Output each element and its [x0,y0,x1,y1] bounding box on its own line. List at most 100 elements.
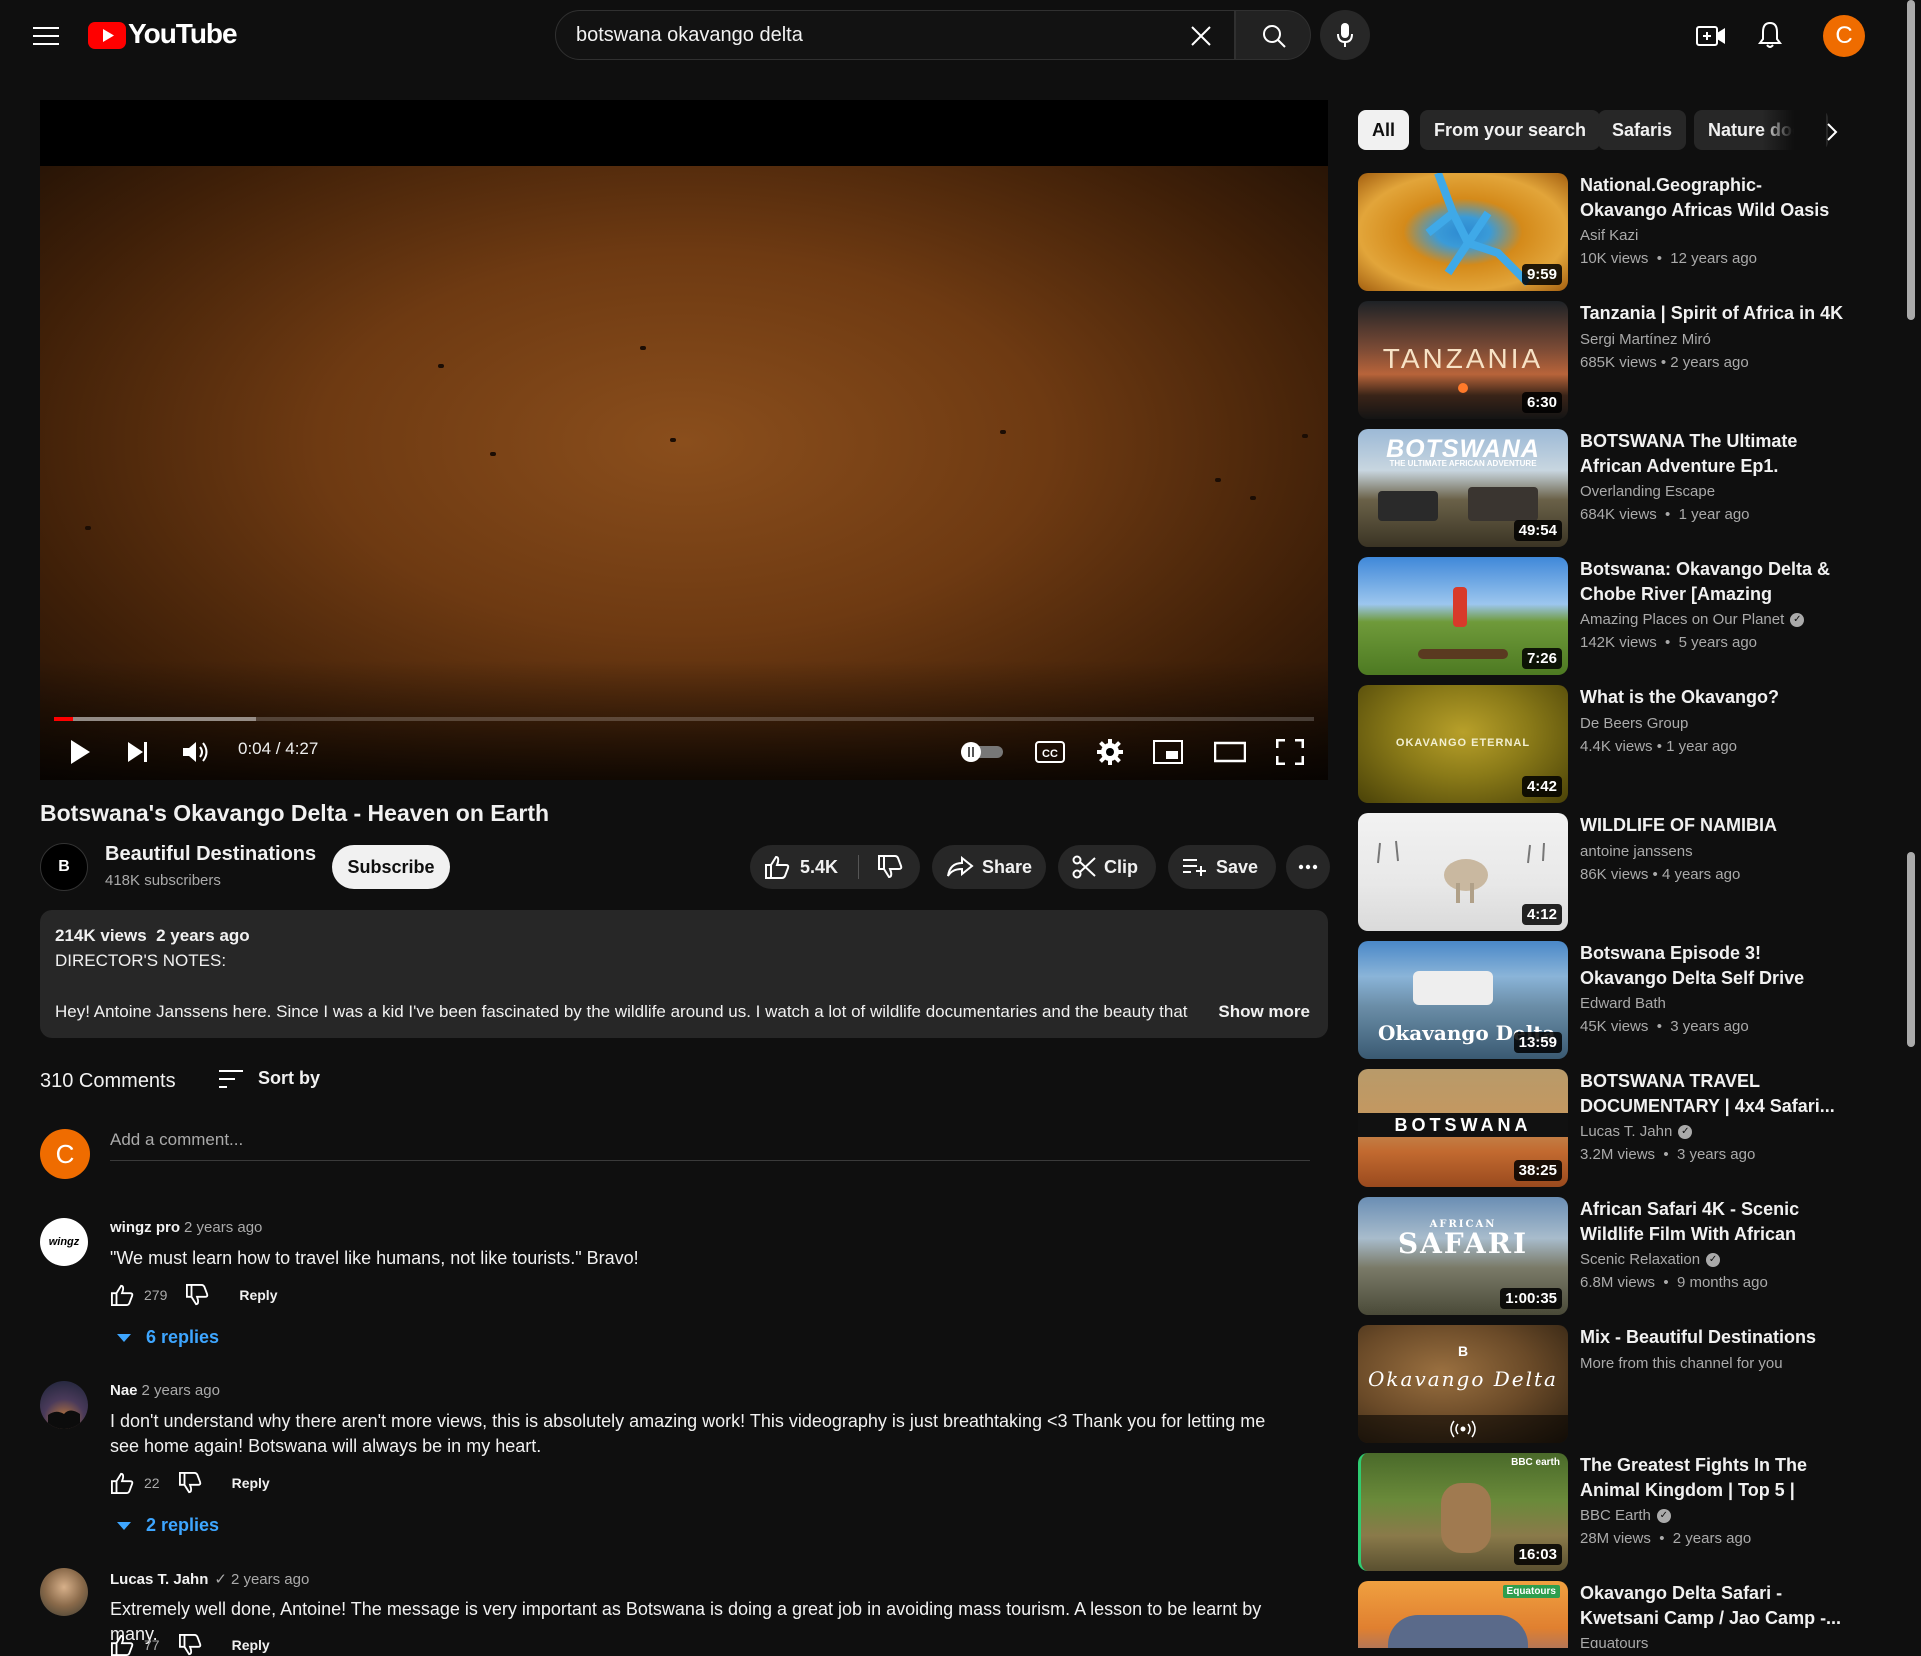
comment-time[interactable]: 2 years ago [142,1382,220,1399]
recommendation-item[interactable]: OKAVANGO ETERNAL 4:42 What is the Okavan… [1358,685,1878,803]
recommendation-item[interactable]: AFRICAN SAFARI 1:00:35 African Safari 4K… [1358,1197,1878,1315]
description-box[interactable]: 214K views 2 years ago DIRECTOR'S NOTES:… [40,910,1328,1038]
sort-by-button[interactable]: Sort by [218,1068,320,1089]
rec-title[interactable]: Mix - Beautiful Destinations [1580,1325,1848,1350]
rec-channel-name[interactable]: Equatours [1580,1635,1648,1648]
subtitles-icon[interactable]: CC [1030,735,1070,769]
rec-channel-name[interactable]: De Beers Group [1580,715,1688,732]
recommendation-item[interactable]: 9:59 National.Geographic-Okavango Africa… [1358,173,1878,291]
recommendation-item[interactable]: 7:26 Botswana: Okavango Delta & Chobe Ri… [1358,557,1878,675]
rec-channel[interactable]: More from this channel for you [1580,1355,1783,1372]
rec-title[interactable]: BOTSWANA TRAVEL DOCUMENTARY | 4x4 Safari… [1580,1069,1848,1119]
video-thumbnail[interactable]: TANZANIA 6:30 [1358,301,1568,419]
rec-title[interactable]: African Safari 4K - Scenic Wildlife Film… [1580,1197,1848,1247]
rec-channel[interactable]: Scenic Relaxation ✓ [1580,1251,1721,1268]
fullscreen-icon[interactable] [1268,735,1312,769]
rec-channel[interactable]: Sergi Martínez Miró [1580,331,1711,348]
thumbs-up-icon[interactable] [110,1634,134,1656]
reply-button[interactable]: Reply [232,1637,270,1653]
rec-title[interactable]: The Greatest Fights In The Animal Kingdo… [1580,1453,1848,1503]
video-thumbnail[interactable]: Equatours [1358,1581,1568,1648]
settings-gear-icon[interactable] [1090,735,1130,769]
dislike-button[interactable] [862,845,918,889]
next-video-icon[interactable] [120,735,156,769]
rec-channel-name[interactable]: Amazing Places on Our Planet [1580,611,1784,628]
rec-title[interactable]: Botswana: Okavango Delta & Chobe River [… [1580,557,1848,607]
progress-bar[interactable] [54,717,1314,721]
view-replies-button[interactable]: 6 replies [116,1327,219,1348]
theater-mode-icon[interactable] [1208,735,1252,769]
rec-channel-name[interactable]: More from this channel for you [1580,1355,1783,1372]
rec-channel[interactable]: Lucas T. Jahn ✓ [1580,1123,1693,1140]
comment-author-name[interactable]: Nae [110,1382,138,1399]
miniplayer-icon[interactable] [1148,735,1188,769]
video-thumbnail[interactable]: OKAVANGO ETERNAL 4:42 [1358,685,1568,803]
clip-button[interactable]: Clip [1058,845,1156,889]
save-button[interactable]: Save [1168,845,1276,889]
rec-channel-name[interactable]: BBC Earth [1580,1507,1651,1524]
play-icon[interactable] [62,735,98,769]
recommendation-item[interactable]: 4:12 WILDLIFE OF NAMIBIA antoine janssen… [1358,813,1878,931]
clear-search-icon[interactable] [1186,21,1216,51]
chip-from-your-search[interactable]: From your search [1420,110,1601,150]
video-thumbnail[interactable]: B Okavango Delta [1358,1325,1568,1443]
like-button[interactable]: 5.4K [750,845,858,889]
video-player[interactable]: 0:04 / 4:27 CC [40,100,1328,780]
comment-time[interactable]: 2 years ago [184,1219,262,1236]
rec-channel[interactable]: Overlanding Escape [1580,483,1715,500]
reply-button[interactable]: Reply [239,1287,277,1303]
comment-author-name[interactable]: wingz pro [110,1219,180,1236]
rec-title[interactable]: Tanzania | Spirit of Africa in 4K [1580,301,1848,326]
recommendation-item[interactable]: BBC earth 16:03 The Greatest Fights In T… [1358,1453,1878,1571]
voice-search-button[interactable] [1320,10,1370,60]
recommendation-item[interactable]: Okavango Delta 13:59 Botswana Episode 3!… [1358,941,1878,1059]
rec-channel-name[interactable]: Overlanding Escape [1580,483,1715,500]
thumbs-down-icon[interactable] [178,1472,202,1494]
chip-all[interactable]: All [1358,110,1410,150]
rec-channel-name[interactable]: Sergi Martínez Miró [1580,331,1711,348]
show-more-button[interactable]: Show more [1212,1002,1310,1022]
rec-title[interactable]: BOTSWANA The Ultimate African Adventure … [1580,429,1848,479]
subscribe-button[interactable]: Subscribe [332,845,450,889]
commenter-avatar[interactable] [40,1381,88,1429]
scrollbar-thumb-top[interactable] [1907,0,1915,320]
video-thumbnail[interactable]: 9:59 [1358,173,1568,291]
channel-avatar[interactable]: B [40,843,88,891]
rec-channel[interactable]: Asif Kazi [1580,227,1638,244]
recommendation-item[interactable]: BOTSWANA THE ULTIMATE AFRICAN ADVENTURE … [1358,429,1878,547]
comment-author-name[interactable]: Lucas T. Jahn [110,1571,208,1588]
rec-channel-name[interactable]: antoine janssens [1580,843,1693,860]
chip-safaris[interactable]: Safaris [1598,110,1687,150]
search-input[interactable]: botswana okavango delta [555,10,1235,60]
search-query[interactable]: botswana okavango delta [576,24,803,47]
comment-time[interactable]: 2 years ago [231,1571,309,1588]
video-thumbnail[interactable]: AFRICAN SAFARI 1:00:35 [1358,1197,1568,1315]
rec-channel[interactable]: Edward Bath [1580,995,1666,1012]
video-thumbnail[interactable]: 7:26 [1358,557,1568,675]
rec-channel[interactable]: BBC Earth ✓ [1580,1507,1671,1524]
rec-title[interactable]: Botswana Episode 3! Okavango Delta Self … [1580,941,1848,991]
recommendation-item[interactable]: BOTSWANA 38:25 BOTSWANA TRAVEL DOCUMENTA… [1358,1069,1878,1187]
comment-author[interactable]: wingz pro 2 years ago [110,1219,262,1236]
search-button[interactable] [1235,10,1311,60]
rec-channel[interactable]: Amazing Places on Our Planet ✓ [1580,611,1805,628]
menu-icon[interactable] [28,18,64,54]
rec-title[interactable]: What is the Okavango? [1580,685,1848,710]
recommendation-item[interactable]: TANZANIA 6:30 Tanzania | Spirit of Afric… [1358,301,1878,419]
commenter-avatar[interactable]: wingz [40,1218,88,1266]
more-actions-button[interactable] [1286,845,1330,889]
view-replies-button[interactable]: 2 replies [116,1515,219,1536]
rec-title[interactable]: National.Geographic-Okavango Africas Wil… [1580,173,1848,223]
volume-icon[interactable] [178,735,214,769]
commenter-avatar[interactable] [40,1568,88,1616]
thumbs-down-icon[interactable] [178,1634,202,1656]
rec-channel-name[interactable]: Scenic Relaxation [1580,1251,1700,1268]
create-video-icon[interactable] [1692,18,1730,54]
rec-channel[interactable]: De Beers Group [1580,715,1688,732]
recommendation-item[interactable]: B Okavango Delta Mix - Beautiful Destina… [1358,1325,1878,1443]
video-thumbnail[interactable]: Okavango Delta 13:59 [1358,941,1568,1059]
reply-button[interactable]: Reply [232,1475,270,1491]
rec-channel-name[interactable]: Lucas T. Jahn [1580,1123,1672,1140]
account-avatar[interactable]: C [1823,15,1865,57]
chevron-right-icon[interactable] [1812,112,1852,152]
